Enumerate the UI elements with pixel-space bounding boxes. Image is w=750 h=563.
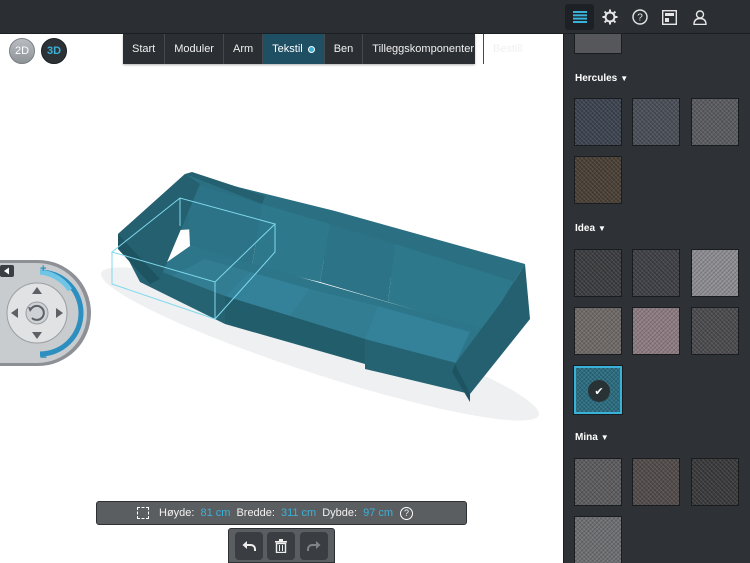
fabric-swatch[interactable] <box>691 249 739 297</box>
fabric-swatch[interactable] <box>574 516 622 563</box>
step-moduler[interactable]: Moduler <box>165 34 224 64</box>
width-label: Bredde: <box>236 507 275 519</box>
height-value: 81 cm <box>200 507 231 519</box>
depth-value: 97 cm <box>363 507 394 519</box>
view-3d-button[interactable]: 3D <box>41 38 67 64</box>
step-label: Start <box>132 43 156 55</box>
list-icon[interactable] <box>565 4 594 30</box>
svg-text:?: ? <box>637 13 643 24</box>
fabric-swatch[interactable] <box>574 458 622 506</box>
step-label: Bestill <box>493 43 523 55</box>
step-label: Arm <box>232 43 254 55</box>
fabric-swatch[interactable] <box>632 249 680 297</box>
view-2d-button[interactable]: 2D <box>9 38 35 64</box>
dimensions-bar: Høyde: 81 cm Bredde: 311 cm Dybde: 97 cm… <box>96 501 467 525</box>
caret-down-icon: ▼ <box>600 433 609 442</box>
fabric-swatch[interactable] <box>574 307 622 355</box>
group-name: Mina <box>575 432 598 443</box>
redo-icon <box>306 540 321 551</box>
step-arm[interactable]: Arm <box>224 34 264 64</box>
caret-down-icon: ▼ <box>598 224 606 233</box>
width-value: 311 cm <box>280 507 317 519</box>
step-tilleggskomponenter[interactable]: Tilleggskomponenter <box>363 34 484 64</box>
view-2d-label: 2D <box>14 45 30 57</box>
configurator-screen: { "header": { "icons": ["list-icon", "ge… <box>0 0 750 563</box>
fabric-group-title-hercules[interactable]: Hercules ▼ <box>575 73 628 84</box>
step-label: Tilleggskomponenter <box>372 43 474 55</box>
step-label: Moduler <box>174 43 214 55</box>
top-bar: ? <box>0 0 750 34</box>
step-start[interactable]: Start <box>123 34 166 64</box>
fabric-swatch-selected[interactable]: ✔ <box>574 366 622 414</box>
fabric-swatch[interactable] <box>632 98 680 146</box>
fabric-swatch[interactable] <box>574 34 622 54</box>
step-label: Ben <box>333 43 354 55</box>
redo-button[interactable] <box>299 531 328 560</box>
view-3d-label: 3D <box>46 45 62 57</box>
undo-button[interactable] <box>235 531 264 560</box>
delete-button[interactable] <box>267 531 296 560</box>
dimensions-help-icon[interactable]: ? <box>400 506 414 520</box>
fabric-swatch[interactable] <box>691 307 739 355</box>
checkmark-icon: ✔ <box>588 380 610 402</box>
fabric-swatch[interactable] <box>691 458 739 506</box>
fabric-swatch[interactable] <box>691 98 739 146</box>
height-label: Høyde: <box>159 507 195 519</box>
fabric-swatch[interactable] <box>574 98 622 146</box>
action-bar <box>228 528 335 563</box>
step-ben[interactable]: Ben <box>325 34 364 64</box>
svg-text:+: + <box>40 263 46 275</box>
user-icon[interactable] <box>685 4 714 30</box>
fabric-swatch[interactable] <box>632 458 680 506</box>
camera-navigation-control[interactable]: + − <box>0 260 94 366</box>
trash-icon <box>275 538 288 553</box>
step-bestill[interactable]: Bestill <box>484 34 531 64</box>
step-label: Tekstil <box>272 43 303 55</box>
group-name: Hercules <box>575 73 618 84</box>
help-icon[interactable]: ? <box>625 4 654 30</box>
active-step-indicator <box>307 45 315 53</box>
caret-down-icon: ▼ <box>620 74 629 83</box>
fabric-swatch[interactable] <box>632 307 680 355</box>
group-name: Idea <box>575 223 596 234</box>
dimensions-icon <box>137 507 149 519</box>
svg-text:−: − <box>40 350 47 364</box>
fabric-swatch[interactable] <box>574 249 622 297</box>
catalog-icon[interactable] <box>655 4 684 30</box>
gear-icon[interactable] <box>595 4 624 30</box>
top-toolbar: ? <box>564 0 750 34</box>
depth-label: Dybde: <box>322 507 358 519</box>
fabric-swatch[interactable] <box>574 156 622 204</box>
fabric-group-title-mina[interactable]: Mina ▼ <box>575 432 609 443</box>
fabric-group-title-idea[interactable]: Idea ▼ <box>575 223 606 234</box>
fabric-panel[interactable]: Hercules ▼ Idea ▼ ✔ Mina ▼ <box>563 34 750 563</box>
step-navigation: Start Moduler Arm Tekstil Ben Tilleggsko… <box>123 34 522 64</box>
undo-icon <box>242 540 257 551</box>
step-tekstil[interactable]: Tekstil <box>263 34 325 64</box>
